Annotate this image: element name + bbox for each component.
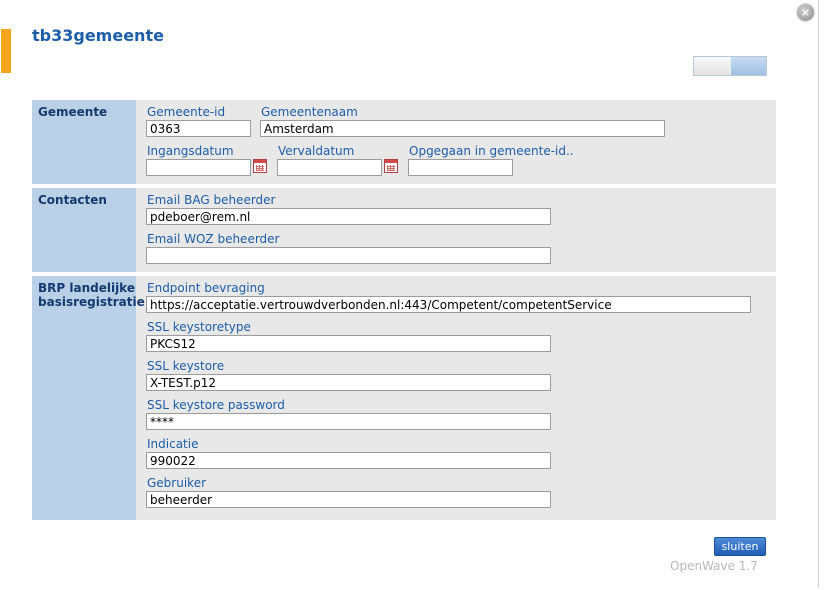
section-heading-brp: BRP landelijke basisregistratie bbox=[32, 276, 145, 520]
keystore-label: SSL keystore bbox=[147, 359, 225, 373]
keystore-password-label: SSL keystore password bbox=[147, 398, 285, 412]
email-woz-input[interactable] bbox=[146, 247, 551, 264]
section-brp: BRP landelijke basisregistratie Endpoint… bbox=[32, 276, 776, 520]
dialog: × tb33gemeente Gemeente Gemeente-id Geme… bbox=[0, 0, 819, 588]
endpoint-label: Endpoint bevraging bbox=[147, 281, 265, 295]
gebruiker-input[interactable] bbox=[146, 491, 551, 508]
vervaldatum-input[interactable] bbox=[277, 159, 382, 176]
opgegaan-input[interactable] bbox=[408, 159, 513, 176]
keystore-input[interactable] bbox=[146, 374, 551, 391]
email-woz-label: Email WOZ beheerder bbox=[147, 232, 280, 246]
calendar-icon[interactable] bbox=[253, 159, 267, 173]
section-contacten: Contacten Email BAG beheerder Email WOZ … bbox=[32, 188, 776, 272]
indicatie-label: Indicatie bbox=[147, 437, 199, 451]
accent-bar bbox=[1, 29, 11, 73]
ingangsdatum-label: Ingangsdatum bbox=[147, 144, 234, 158]
toggle-segment-left[interactable] bbox=[694, 57, 730, 75]
gemeentenaam-label: Gemeentenaam bbox=[261, 105, 358, 119]
email-bag-label: Email BAG beheerder bbox=[147, 193, 276, 207]
section-gemeente: Gemeente Gemeente-id Gemeentenaam Ingang… bbox=[32, 100, 776, 184]
keystoretype-input[interactable] bbox=[146, 335, 551, 352]
endpoint-input[interactable] bbox=[146, 296, 751, 313]
keystoretype-label: SSL keystoretype bbox=[147, 320, 251, 334]
toggle-segment-right[interactable] bbox=[731, 57, 766, 75]
gemeente-id-input[interactable] bbox=[146, 120, 251, 137]
indicatie-input[interactable] bbox=[146, 452, 551, 469]
section-heading-contacten: Contacten bbox=[32, 188, 136, 272]
ingangsdatum-input[interactable] bbox=[146, 159, 251, 176]
footer-version: OpenWave 1.7 bbox=[670, 559, 758, 573]
gebruiker-label: Gebruiker bbox=[147, 476, 207, 490]
keystore-password-input[interactable] bbox=[146, 413, 551, 430]
close-icon[interactable]: × bbox=[797, 4, 814, 21]
section-heading-gemeente: Gemeente bbox=[32, 100, 136, 184]
dialog-title: tb33gemeente bbox=[32, 26, 164, 45]
gemeente-id-label: Gemeente-id bbox=[147, 105, 226, 119]
calendar-icon[interactable] bbox=[384, 159, 398, 173]
sluiten-button[interactable]: sluiten bbox=[714, 537, 766, 556]
vervaldatum-label: Vervaldatum bbox=[278, 144, 355, 158]
gemeentenaam-input[interactable] bbox=[260, 120, 665, 137]
opgegaan-label: Opgegaan in gemeente-id.. bbox=[409, 144, 574, 158]
email-bag-input[interactable] bbox=[146, 208, 551, 225]
view-toggle[interactable] bbox=[693, 56, 767, 76]
